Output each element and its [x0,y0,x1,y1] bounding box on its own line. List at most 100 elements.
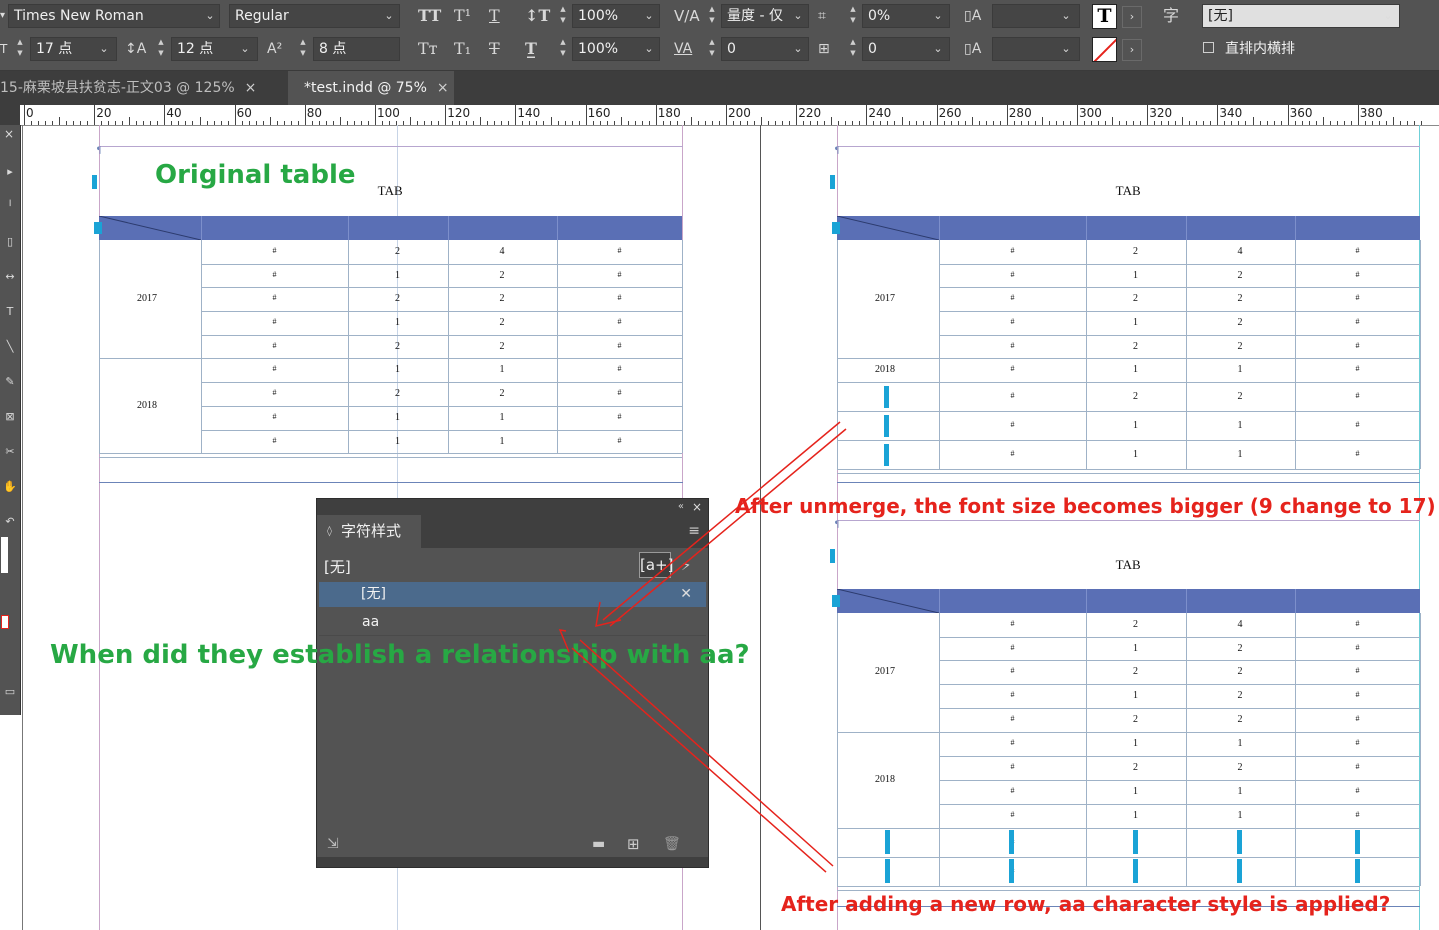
vertical-scale-value: 100% [578,8,619,24]
screen-mode-icon[interactable]: ▭ [3,685,17,699]
horizontal-scale-stepper[interactable]: ▲ ▼ [557,37,569,61]
chevron-down-icon[interactable]: ⌄ [381,5,397,27]
delete-icon[interactable]: 🗑 [663,834,681,854]
annotation-unmerge: After unmerge, the font size becomes big… [735,494,1436,518]
panel-resize-bar[interactable] [317,857,708,867]
subscript-icon[interactable]: T₁ [454,37,471,61]
list-item-none[interactable]: [无] ✕ [319,582,706,607]
char-style-field[interactable]: [无] [1202,4,1400,28]
char-marker [884,386,889,408]
leading-value: 12 点 [177,41,214,57]
page-tool-icon[interactable]: ▯ [3,235,17,249]
chevron-down-icon[interactable]: ⌄ [237,38,253,60]
ruler-minor-tick [529,121,531,125]
apply-none-icon[interactable] [1,615,9,629]
chevron-down-icon[interactable]: ⌄ [790,5,806,27]
type-tool-icon[interactable]: T [3,305,17,319]
panel-titlebar[interactable]: « × [317,499,708,515]
vertical-scale-stepper[interactable]: ▲ ▼ [557,4,569,28]
chevron-right-icon[interactable]: › [1122,6,1142,28]
menu-arrow-icon[interactable]: ▾ [0,4,8,28]
chevron-down-icon[interactable]: ⌄ [930,5,946,27]
font-family-field[interactable]: Times New Roman [8,4,220,28]
strikethrough-icon[interactable]: T [489,37,500,61]
ruler-minor-tick [1420,121,1422,125]
list-item-aa[interactable]: aa [319,610,706,635]
hand-tool-icon[interactable]: ✋ [3,480,17,494]
ruler-minor-tick [1182,117,1184,125]
close-icon[interactable]: × [245,80,257,96]
selection-tool-icon[interactable]: ▸ [3,165,17,179]
chevron-down-icon[interactable]: ⌄ [202,5,218,27]
cell-value: # [272,412,277,421]
chevron-down-icon[interactable]: ⌄ [790,38,806,60]
ruler-minor-tick [634,121,636,125]
chevron-down-icon[interactable]: ⌄ [1380,5,1396,27]
panel-menu-icon[interactable]: ≡ [688,515,700,548]
ruler-minor-tick [1013,121,1015,125]
line-tool-icon[interactable]: ╲ [3,340,17,354]
font-size-stepper[interactable]: ▲ ▼ [14,37,26,61]
cell-value: 1 [1133,786,1138,797]
fill-swatch[interactable] [1,537,8,573]
chevron-down-icon[interactable]: ⌄ [641,5,657,27]
leading-stepper[interactable]: ▲ ▼ [155,37,167,61]
horizontal-ruler[interactable]: 0 20 40 60 80 100 120 140 160 180 200 220 240 260 280 3… [20,105,1439,126]
cell-value: # [1355,690,1360,699]
tab-character-styles[interactable]: ◊ 字符样式 [317,515,421,548]
new-style-from-selection-icon[interactable]: [a+] [639,552,673,578]
font-style-field[interactable]: Regular [229,4,400,28]
skew-stepper[interactable]: ▲ ▼ [847,4,859,28]
ruler-minor-tick [943,121,945,125]
ruler-minor-tick [620,117,622,125]
pen-tool-icon[interactable]: ✎ [3,375,17,389]
chevron-right-icon[interactable]: › [1122,39,1142,61]
all-caps-icon[interactable]: TT [418,4,441,28]
swap-arrow-icon[interactable]: ↶ [3,515,17,529]
scissors-tool-icon[interactable]: ✂ [3,445,17,459]
tsume-stepper[interactable]: ▲ ▼ [847,37,859,61]
chevron-down-icon[interactable]: ⌄ [96,38,112,60]
stroke-none-icon[interactable] [1092,37,1117,62]
chevron-down-icon[interactable]: ⌄ [1058,5,1074,27]
load-styles-icon[interactable]: ⇲ [327,834,339,854]
cell-value: 4 [1237,619,1243,630]
baseline-shift-field[interactable]: 8 点 [313,37,400,61]
baseline-shift-stepper[interactable]: ▲ ▼ [297,37,309,61]
close-icon[interactable]: × [437,80,449,96]
chevron-down-icon[interactable]: ⌄ [930,38,946,60]
current-style-label: [无] [324,558,351,576]
vertical-in-horizontal-checkbox[interactable] [1203,42,1214,53]
new-style-icon[interactable]: ⊞ [627,834,640,854]
direct-select-tool-icon[interactable]: ╵ [3,200,17,214]
table-bottom-line [99,457,682,458]
table-row-line [201,311,682,312]
vertical-in-horizontal-label: 直排内横排 [1225,41,1295,57]
kerning-stepper[interactable]: ▲ ▼ [706,4,718,28]
rectangle-frame-tool-icon[interactable]: ⊠ [3,410,17,424]
fill-text-icon[interactable]: T [1092,4,1117,29]
ruler-minor-tick [599,121,601,125]
folder-icon[interactable]: ▬ [592,834,605,854]
cell-value: 2 [1133,762,1138,773]
close-icon[interactable]: × [692,499,702,515]
gap-tool-icon[interactable]: ↔ [3,270,17,284]
superscript-icon[interactable]: T¹ [454,4,471,28]
chevron-down-icon[interactable]: ⌄ [641,38,657,60]
cell-value: 1 [1237,786,1243,797]
chevron-down-icon[interactable]: ⌄ [1058,38,1074,60]
cell-value: 2 [1133,390,1138,402]
expand-icon[interactable]: ◊ [327,515,332,548]
ruler-minor-tick [971,117,973,125]
collapse-icon[interactable]: « [678,499,684,515]
quick-apply-icon[interactable]: ⚡ [681,554,692,576]
tab-document-2[interactable]: *test.indd @ 75% × [288,71,454,105]
close-icon[interactable]: × [2,127,16,141]
tab-document-1[interactable]: 15-麻栗坡县扶贫志-正文03 @ 125% × [0,71,286,105]
small-caps-icon[interactable]: Tт [418,37,438,61]
ruler-minor-tick [838,121,840,125]
tracking-stepper[interactable]: ▲ ▼ [706,37,718,61]
ruler-minor-tick [101,121,103,125]
underline-icon[interactable]: T [489,4,500,28]
cell-value: # [617,340,622,350]
